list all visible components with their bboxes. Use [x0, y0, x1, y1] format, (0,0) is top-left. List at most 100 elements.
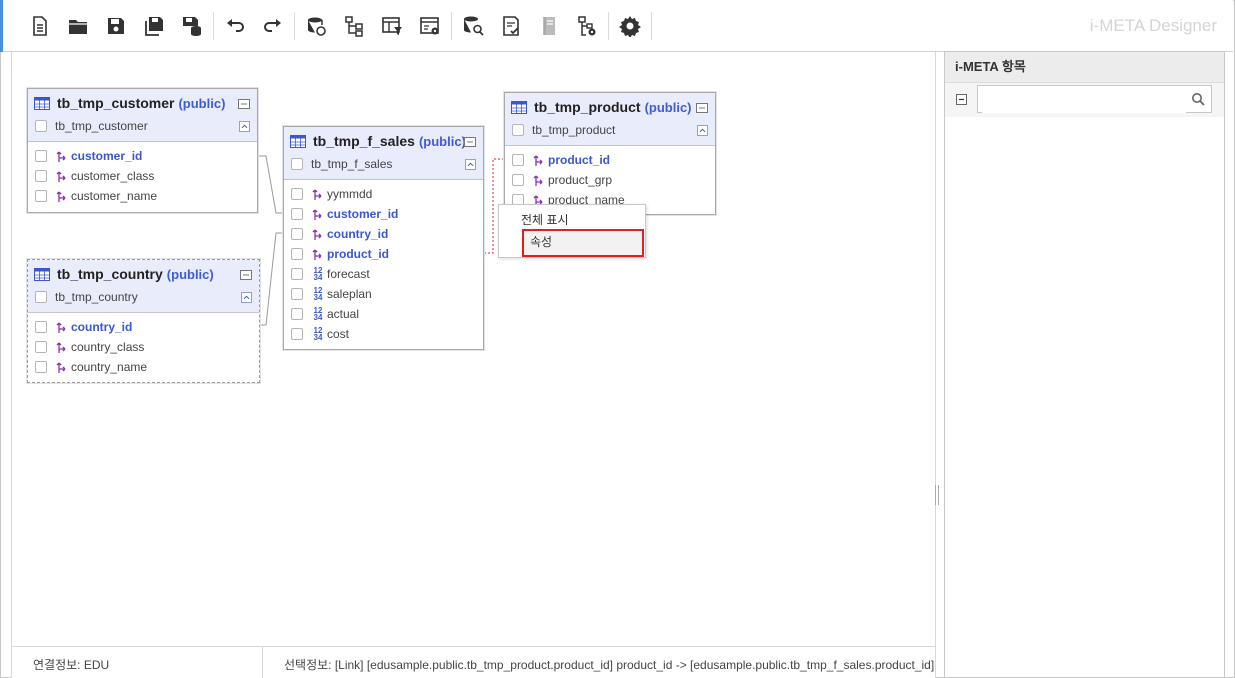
panel-title: i-META 항목	[945, 52, 1224, 83]
column-row[interactable]: 12 34 forecast	[284, 264, 483, 284]
column-checkbox[interactable]	[291, 228, 303, 240]
column-link-icon	[311, 207, 325, 221]
column-checkbox[interactable]	[512, 154, 524, 166]
save-icon[interactable]	[103, 13, 129, 39]
column-checkbox[interactable]	[291, 308, 303, 320]
column-link-icon	[55, 149, 69, 163]
collapse-up-icon[interactable]	[465, 159, 476, 170]
collapse-all-icon[interactable]	[956, 94, 967, 105]
collapse-up-icon[interactable]	[239, 121, 250, 132]
column-checkbox[interactable]	[291, 268, 303, 280]
entity-logical-name: tb_tmp_f_sales	[311, 157, 393, 171]
collapse-up-icon[interactable]	[697, 125, 708, 136]
column-link-icon	[532, 173, 546, 187]
column-checkbox[interactable]	[35, 170, 47, 182]
number-type-icon: 12 34	[313, 306, 323, 322]
status-bar: 연결정보: EDU 선택정보: [Link] [edusample.public…	[11, 646, 936, 678]
search-input[interactable]	[982, 87, 1186, 113]
column-link-icon	[55, 169, 69, 183]
entity-tb_tmp_country[interactable]: tb_tmp_country (public) tb_tmp_country c…	[27, 259, 260, 383]
entity-checkbox[interactable]	[291, 158, 303, 170]
column-row[interactable]: customer_id	[284, 204, 483, 224]
column-checkbox[interactable]	[291, 328, 303, 340]
entity-menu-icon[interactable]	[696, 103, 708, 113]
table-filter-icon[interactable]	[379, 13, 405, 39]
column-checkbox[interactable]	[35, 150, 47, 162]
hierarchy-icon[interactable]	[341, 13, 367, 39]
column-link-icon	[55, 320, 69, 334]
table-icon	[34, 267, 50, 281]
checklist-icon[interactable]	[498, 13, 524, 39]
table-icon	[511, 100, 527, 114]
entity-tb_tmp_product[interactable]: tb_tmp_product (public) tb_tmp_product p…	[504, 92, 716, 215]
column-row[interactable]: product_id	[284, 244, 483, 264]
column-name: country_name	[71, 360, 148, 374]
tree-settings-icon[interactable]	[574, 13, 600, 39]
column-row[interactable]: yymmdd	[284, 184, 483, 204]
redo-icon[interactable]	[260, 13, 286, 39]
toolbar: i-META Designer	[0, 0, 1233, 52]
column-checkbox[interactable]	[291, 208, 303, 220]
column-checkbox[interactable]	[35, 190, 47, 202]
number-type-icon: 12 34	[313, 286, 323, 302]
entity-header: tb_tmp_customer (public) tb_tmp_customer	[28, 89, 257, 142]
column-name: product_id	[327, 247, 389, 261]
column-row[interactable]: customer_name	[28, 186, 257, 206]
entity-name: tb_tmp_f_sales	[313, 133, 415, 149]
column-row[interactable]: customer_id	[28, 146, 257, 166]
toolbar-separator	[213, 12, 214, 40]
column-name: product_grp	[548, 173, 613, 187]
entity-menu-icon[interactable]	[464, 137, 476, 147]
search-field[interactable]	[977, 85, 1212, 113]
column-checkbox[interactable]	[35, 321, 47, 333]
column-row[interactable]: country_name	[28, 357, 259, 377]
open-folder-icon[interactable]	[65, 13, 91, 39]
gear-icon[interactable]	[617, 13, 643, 39]
new-document-icon[interactable]	[27, 13, 53, 39]
toolbar-separator	[651, 12, 652, 40]
save-all-icon[interactable]	[141, 13, 167, 39]
entity-header: tb_tmp_country (public) tb_tmp_country	[28, 260, 259, 313]
column-row[interactable]: product_grp	[505, 170, 715, 190]
column-name: country_id	[71, 320, 133, 334]
entity-name: tb_tmp_country	[57, 266, 163, 282]
column-list: yymmdd customer_id country_id product_id 12 3…	[284, 180, 483, 349]
column-checkbox[interactable]	[35, 361, 47, 373]
entity-tb_tmp_customer[interactable]: tb_tmp_customer (public) tb_tmp_customer…	[27, 88, 258, 213]
menu-item-properties[interactable]: 속성	[522, 229, 644, 257]
db-connect-icon[interactable]	[303, 13, 329, 39]
column-checkbox[interactable]	[291, 288, 303, 300]
column-name: country_id	[327, 227, 389, 241]
column-row[interactable]: 12 34 actual	[284, 304, 483, 324]
column-row[interactable]: country_id	[284, 224, 483, 244]
column-row[interactable]: product_id	[505, 150, 715, 170]
selection-info: 선택정보: [Link] [edusample.public.tb_tmp_pr…	[284, 658, 935, 672]
column-link-icon	[532, 153, 546, 167]
entity-menu-icon[interactable]	[238, 99, 250, 109]
entity-checkbox[interactable]	[35, 291, 47, 303]
column-row[interactable]: 12 34 saleplan	[284, 284, 483, 304]
save-db-icon[interactable]	[179, 13, 205, 39]
column-checkbox[interactable]	[35, 341, 47, 353]
column-row[interactable]: 12 34 cost	[284, 324, 483, 344]
menu-item-show-all[interactable]: 전체 표시	[521, 211, 569, 228]
column-checkbox[interactable]	[512, 174, 524, 186]
entity-checkbox[interactable]	[35, 120, 47, 132]
entity-tb_tmp_f_sales[interactable]: tb_tmp_f_sales (public) tb_tmp_f_sales y…	[283, 126, 484, 350]
db-search-icon[interactable]	[460, 13, 486, 39]
collapse-up-icon[interactable]	[241, 292, 252, 303]
column-row[interactable]: country_class	[28, 337, 259, 357]
column-name: customer_id	[327, 207, 399, 221]
splitter-handle[interactable]	[935, 485, 940, 505]
column-row[interactable]: country_id	[28, 317, 259, 337]
column-checkbox[interactable]	[291, 248, 303, 260]
toolbar-separator	[294, 12, 295, 40]
window-settings-icon[interactable]	[417, 13, 443, 39]
column-checkbox[interactable]	[291, 188, 303, 200]
undo-icon[interactable]	[222, 13, 248, 39]
document-icon[interactable]	[536, 13, 562, 39]
search-icon[interactable]	[1191, 92, 1205, 106]
entity-menu-icon[interactable]	[240, 270, 252, 280]
entity-checkbox[interactable]	[512, 124, 524, 136]
column-row[interactable]: customer_class	[28, 166, 257, 186]
